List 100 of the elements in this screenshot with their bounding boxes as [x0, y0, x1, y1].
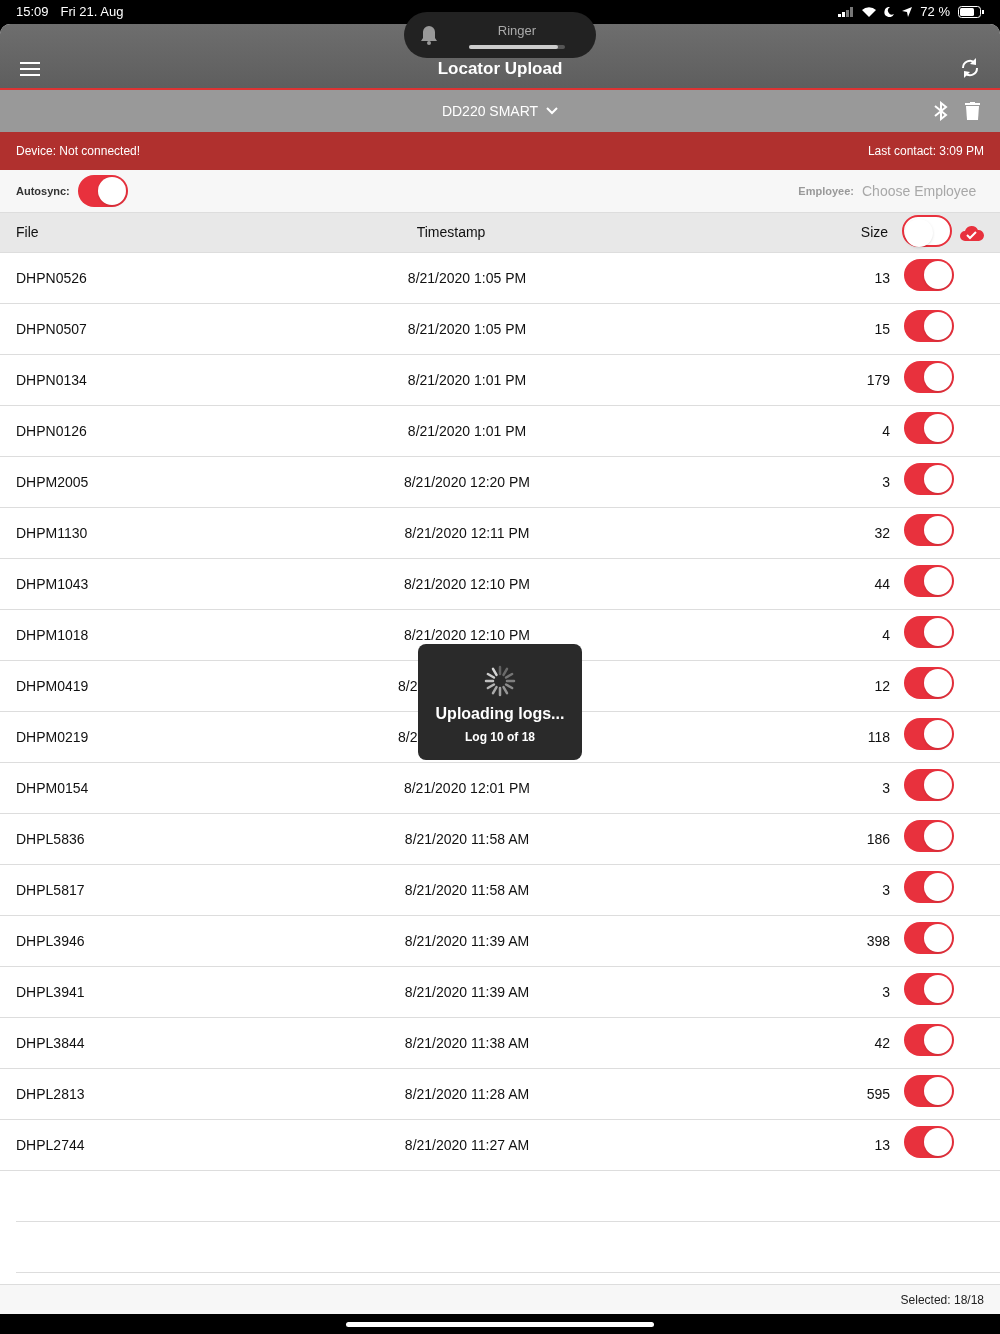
- file-name: DHPL5836: [16, 829, 86, 849]
- file-name: DHPL2813: [16, 1084, 86, 1104]
- file-size: 13: [873, 1135, 890, 1155]
- timestamp: 8/21/2020 11:58 AM: [404, 829, 530, 849]
- home-indicator[interactable]: [346, 1321, 654, 1327]
- timestamp: 8/21/2020 11:38 AM: [404, 1033, 530, 1053]
- row-toggle[interactable]: [904, 820, 954, 852]
- file-name: DHPM0219: [16, 727, 90, 747]
- battery-icon: [958, 6, 984, 18]
- file-size: 3: [881, 982, 890, 1002]
- timestamp: 8/2: [398, 727, 418, 747]
- timestamp: 8/21/2020 1:05 PM: [407, 268, 527, 288]
- file-size: 12: [873, 676, 890, 696]
- file-size: 32: [873, 523, 890, 543]
- wifi-icon: [862, 7, 877, 17]
- file-name: DHPL5817: [16, 880, 86, 900]
- employee-field[interactable]: Choose Employee: [862, 180, 984, 202]
- moon-icon: [884, 7, 895, 17]
- file-name: DHPL3946: [16, 931, 86, 951]
- row-toggle[interactable]: [904, 310, 954, 342]
- file-size: 179: [865, 370, 890, 390]
- row-toggle[interactable]: [904, 973, 954, 1005]
- file-name: DHPL2744: [16, 1135, 86, 1155]
- row-toggle[interactable]: [904, 565, 954, 597]
- connection-status: Device: Not connected!: [16, 143, 141, 160]
- row-toggle[interactable]: [904, 463, 954, 495]
- row-toggle[interactable]: [904, 412, 954, 444]
- header-title: Locator Upload: [437, 57, 563, 80]
- file-name: DHPM1018: [16, 625, 90, 645]
- cloud-check-icon[interactable]: [960, 224, 984, 241]
- file-size: 3: [881, 472, 890, 492]
- select-all-toggle[interactable]: [902, 214, 953, 247]
- timestamp: 8/2: [398, 676, 418, 696]
- autosync-label: Autosync:: [16, 183, 70, 199]
- ringer-label: Ringer: [497, 21, 537, 40]
- row-toggle[interactable]: [904, 259, 954, 291]
- timestamp: 8/21/2020 12:11 PM: [404, 523, 530, 543]
- bluetooth-icon[interactable]: [933, 101, 949, 121]
- row-toggle[interactable]: [904, 1024, 954, 1056]
- menu-icon[interactable]: [20, 61, 40, 77]
- timestamp: 8/21/2020 12:10 PM: [403, 574, 531, 594]
- employee-label: Employee:: [798, 183, 854, 199]
- file-name: DHPM1043: [16, 574, 90, 594]
- row-toggle[interactable]: [904, 1126, 954, 1158]
- row-toggle[interactable]: [904, 718, 954, 750]
- sync-icon[interactable]: [960, 57, 980, 79]
- timestamp: 8/21/2020 11:58 AM: [404, 880, 530, 900]
- file-name: DHPM0419: [16, 676, 90, 696]
- column-header: Size: [859, 223, 889, 242]
- row-toggle[interactable]: [904, 514, 954, 546]
- file-size: 13: [873, 268, 890, 288]
- row-toggle[interactable]: [904, 871, 954, 903]
- battery-percent: 72 %: [920, 3, 950, 22]
- file-name: DHPL3941: [16, 982, 86, 1002]
- trash-icon[interactable]: [965, 102, 980, 120]
- device-dropdown[interactable]: DD220 SMART: [441, 100, 559, 122]
- autosync-toggle[interactable]: [77, 175, 128, 207]
- row-toggle[interactable]: [904, 667, 954, 699]
- file-size: 44: [873, 574, 890, 594]
- location-icon: [902, 7, 913, 17]
- row-toggle[interactable]: [904, 769, 954, 801]
- file-size: 4: [881, 625, 890, 645]
- file-name: DHPN0134: [16, 370, 88, 390]
- file-name: DHPM1130: [16, 523, 89, 543]
- file-size: 4: [881, 421, 890, 441]
- row-toggle[interactable]: [904, 616, 954, 648]
- row-toggle[interactable]: [904, 922, 954, 954]
- last-contact: Last contact: 3:09 PM: [867, 143, 984, 160]
- file-size: 3: [881, 880, 890, 900]
- bell-icon: [420, 25, 438, 45]
- status-time: 15:09: [16, 3, 49, 22]
- timestamp: 8/21/2020 12:01 PM: [403, 778, 531, 798]
- signal-icon: [838, 7, 855, 17]
- timestamp: 8/21/2020 1:05 PM: [407, 319, 527, 339]
- file-name: DHPL3844: [16, 1033, 86, 1053]
- progress-detail: Log 10 of 18: [465, 729, 535, 746]
- timestamp: 8/21/2020 1:01 PM: [407, 370, 527, 390]
- file-name: DHPN0126: [16, 421, 88, 441]
- file-size: 42: [873, 1033, 890, 1053]
- file-name: DHPN0507: [16, 319, 88, 339]
- timestamp: 8/21/2020 11:27 AM: [404, 1135, 530, 1155]
- timestamp: 8/21/2020 11:39 AM: [404, 931, 530, 951]
- timestamp: 8/21/2020 11:28 AM: [404, 1084, 530, 1104]
- chevron-down-icon: [546, 107, 559, 115]
- status-date: Fri 21. Aug: [60, 3, 124, 22]
- timestamp: 8/21/2020 1:01 PM: [407, 421, 527, 441]
- file-size: 118: [866, 727, 890, 747]
- file-name: DHPN0526: [16, 268, 88, 288]
- file-size: 398: [865, 931, 890, 951]
- spinner-icon: [483, 664, 517, 698]
- row-toggle[interactable]: [904, 1075, 954, 1107]
- file-size: 186: [865, 829, 890, 849]
- timestamp: 8/21/2020 12:20 PM: [403, 472, 531, 492]
- timestamp: 8/21/2020 11:39 AM: [404, 982, 530, 1002]
- row-toggle[interactable]: [904, 361, 954, 393]
- file-size: 15: [873, 319, 890, 339]
- timestamp: 8/21/2020 12:10 PM: [403, 625, 531, 645]
- file-size: 595: [865, 1084, 890, 1104]
- file-name: DHPM0154: [16, 778, 90, 798]
- progress-title: Uploading logs...: [435, 704, 565, 724]
